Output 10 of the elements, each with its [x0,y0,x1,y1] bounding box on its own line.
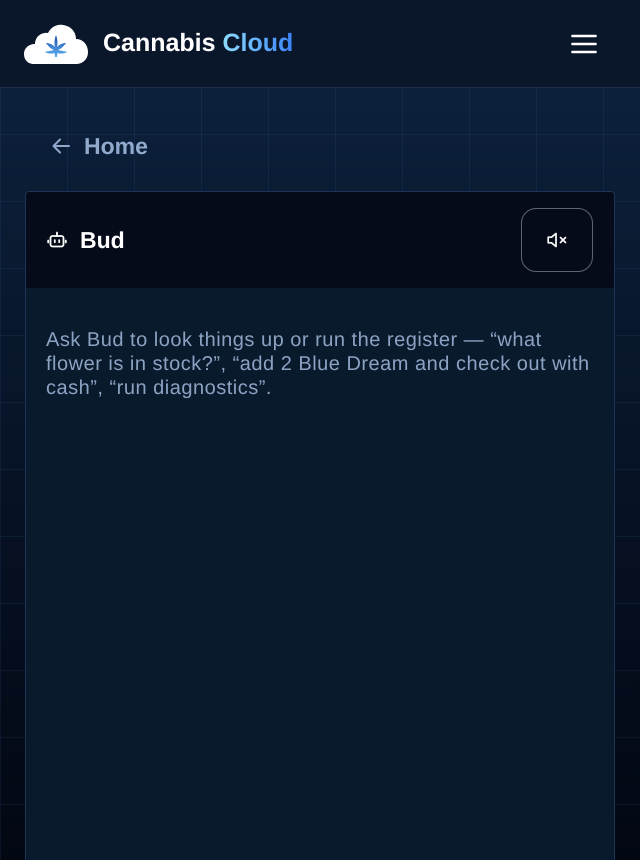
arrow-left-icon [52,138,70,154]
intro-text: Ask Bud to look things up or run the register — “what flower is in stock?”, “add 2 Blue Dream and check out with cash”, “run diagnostics”. [46,328,591,400]
back-link[interactable]: Home [52,132,148,160]
cloud-leaf-icon[interactable] [24,24,88,64]
panel-title: Bud [80,226,125,255]
brand-name[interactable]: Cannabis Cloud [103,31,294,56]
unmute-button[interactable] [521,208,593,272]
menu-button[interactable] [571,34,597,54]
menu-icon [571,34,597,54]
robot-icon [47,230,67,250]
